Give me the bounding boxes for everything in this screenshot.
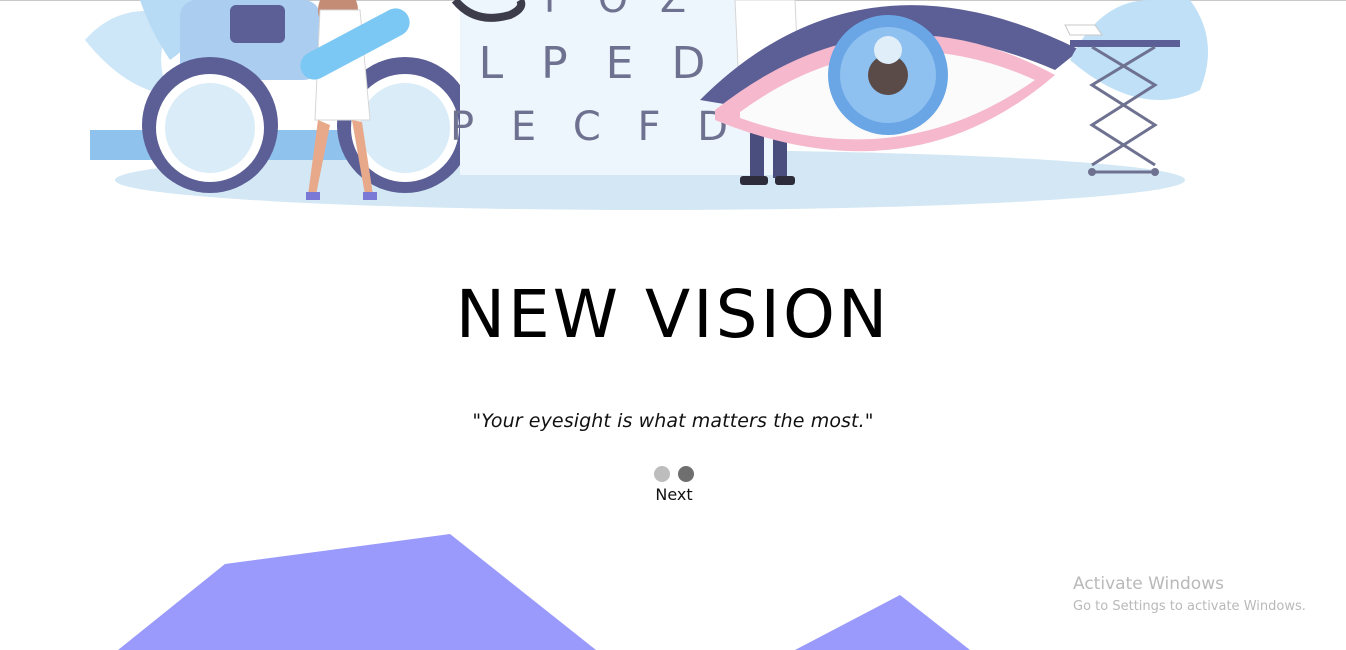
eye-chart-row-3: P E C F D [450, 104, 740, 150]
watermark-title: Activate Windows [1073, 574, 1224, 594]
page-title: NEW VISION [455, 276, 891, 353]
carousel-dot-1[interactable] [654, 466, 670, 482]
carousel-dot-2[interactable] [678, 466, 694, 482]
eye-chart-row-2: L P E D [479, 38, 718, 89]
optometry-illustration: F O Z L P E D P E C F D [85, 0, 1208, 210]
tagline-quote: "Your eyesight is what matters the most.… [472, 410, 874, 432]
eye-chart-row-1: F O Z [544, 0, 696, 21]
activate-windows-watermark: Activate Windows Go to Settings to activ… [1073, 573, 1333, 617]
watermark-subtitle: Go to Settings to activate Windows. [1073, 599, 1306, 614]
next-button[interactable]: Next [640, 484, 708, 506]
purple-polygon-left [118, 534, 596, 650]
hero-illustration: F O Z L P E D P E C F D [80, 0, 1220, 215]
purple-polygon-right [795, 595, 970, 650]
carousel-indicators [654, 466, 696, 482]
